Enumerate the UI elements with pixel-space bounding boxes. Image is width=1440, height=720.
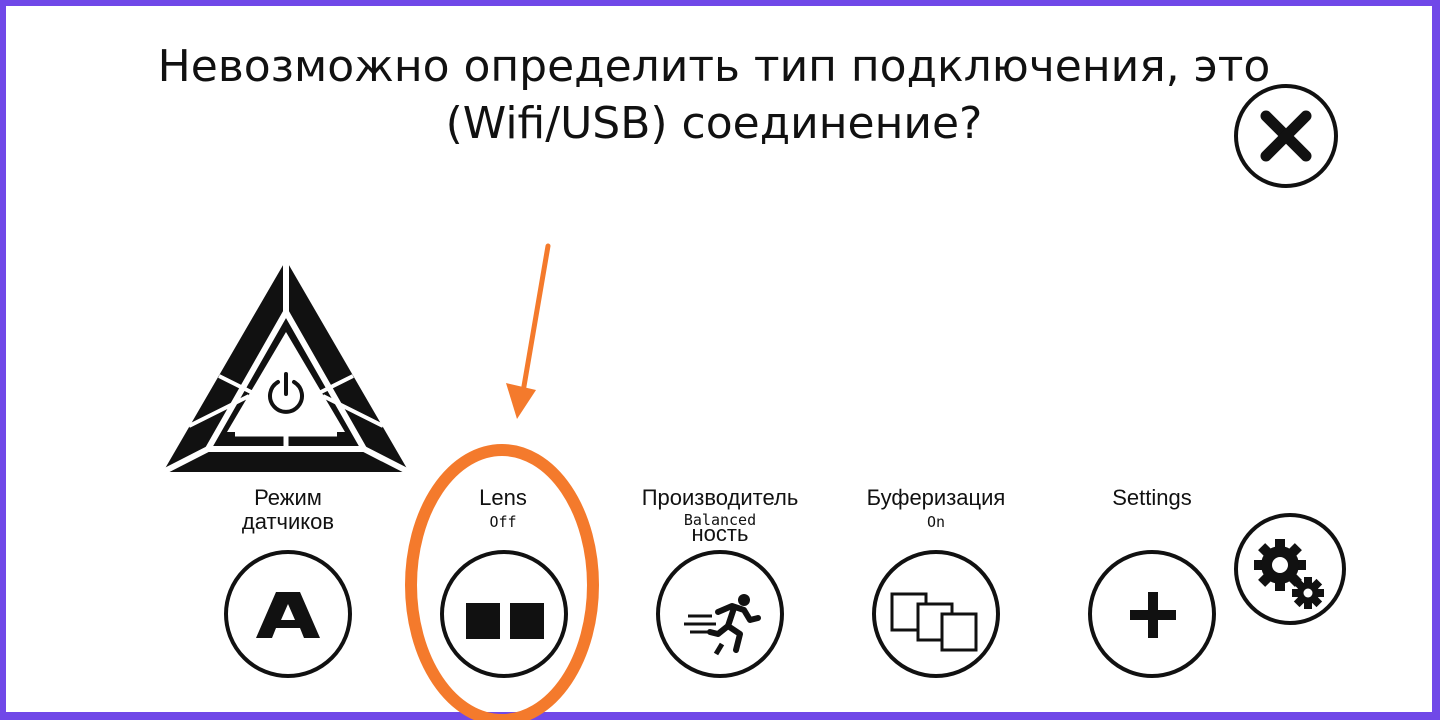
mode-sensor[interactable]: Режим датчиков <box>193 486 383 534</box>
lens-button[interactable] <box>440 550 568 678</box>
stacked-windows-icon <box>890 592 978 652</box>
mode-lens-label: Lens <box>479 485 527 510</box>
dialog-title: Невозможно определить тип подключения, э… <box>0 38 1434 152</box>
plus-icon <box>1130 592 1176 638</box>
mode-settings-label: Settings <box>1112 485 1192 510</box>
mode-sensor-label2: датчиков <box>241 509 335 534</box>
mode-lens[interactable]: Lens Off <box>408 485 598 531</box>
mode-settings[interactable]: Settings <box>1057 486 1247 510</box>
mode-lens-value: Off <box>489 513 517 531</box>
gear-icon <box>1254 539 1324 609</box>
settings-gear-button[interactable] <box>1234 513 1346 625</box>
two-squares-icon <box>466 603 544 639</box>
mode-buffering-value: On <box>926 513 946 531</box>
add-settings-button[interactable] <box>1088 550 1216 678</box>
running-man-icon <box>684 594 761 656</box>
mode-sensor-label1: Режим <box>254 485 322 510</box>
close-button[interactable] <box>1234 84 1338 188</box>
dialog-title-line1: Невозможно определить тип подключения, э… <box>157 41 1271 92</box>
mode-buffering-label: Буферизация <box>866 485 1006 510</box>
performance-button[interactable] <box>656 550 784 678</box>
letter-a-icon <box>256 592 320 638</box>
mode-buffering[interactable]: Буферизация On <box>841 485 1031 531</box>
mode-performance-label1: Производитель <box>641 485 799 510</box>
mode-performance-label2: ность <box>691 521 749 546</box>
power-triangle-logo[interactable] <box>159 256 413 476</box>
close-icon <box>1260 110 1312 162</box>
dialog-title-line2: (Wifi/USB) соединение? <box>445 98 983 149</box>
buffering-button[interactable] <box>872 550 1000 678</box>
sensor-mode-button[interactable] <box>224 550 352 678</box>
